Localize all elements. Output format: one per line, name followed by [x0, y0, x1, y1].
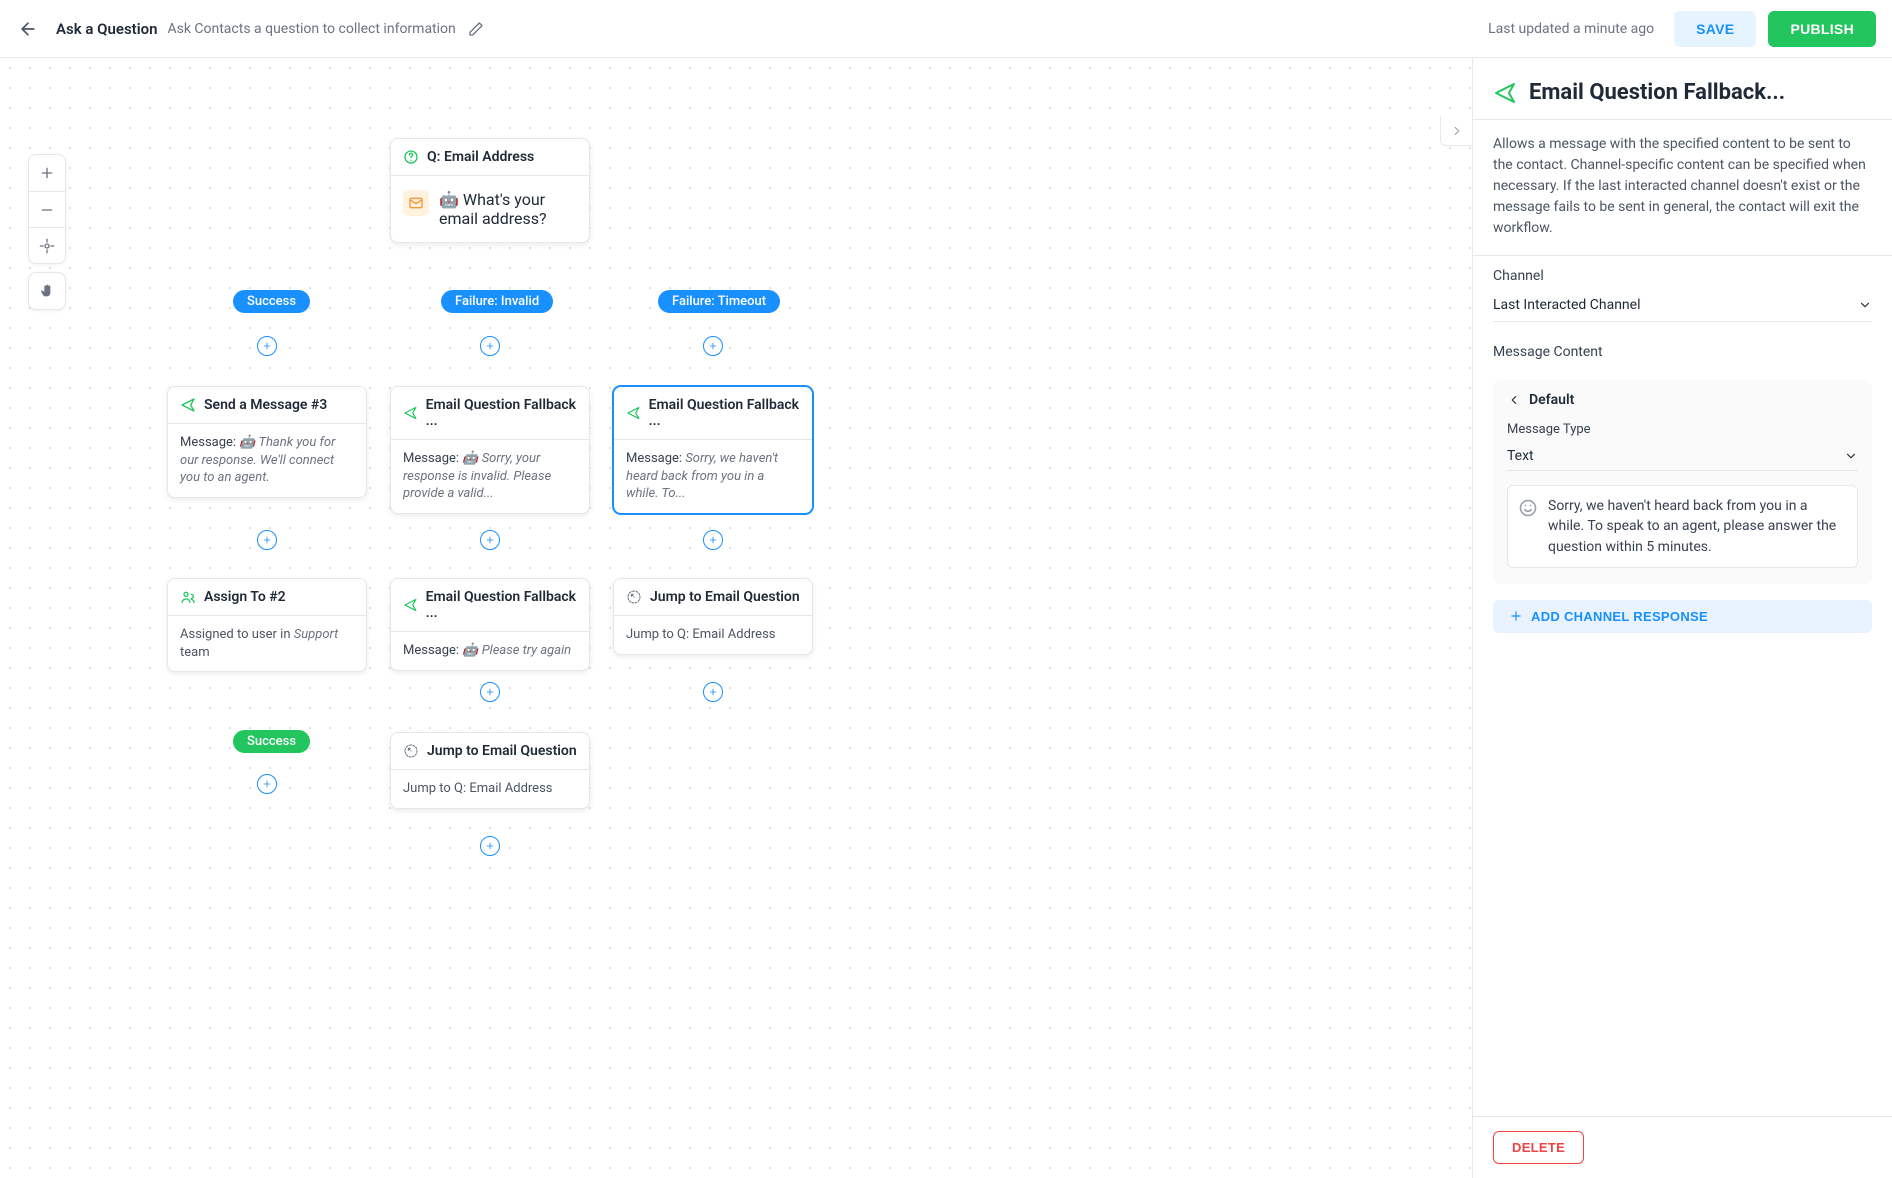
users-icon	[180, 589, 196, 605]
question-icon	[403, 149, 419, 165]
send-icon	[1493, 81, 1517, 105]
zoom-out-button[interactable]	[29, 191, 65, 227]
jump-icon	[403, 743, 419, 759]
hand-icon	[39, 283, 55, 299]
topbar: Ask a Question Ask Contacts a question t…	[0, 0, 1892, 58]
chevron-down-icon	[1507, 393, 1521, 407]
plus-icon	[1509, 609, 1523, 623]
message-prefix: Message:	[403, 451, 459, 466]
node-jump-email-question-1[interactable]: Jump to Email Question Jump to Q: Email …	[613, 578, 813, 655]
send-icon	[403, 597, 418, 613]
send-icon	[403, 405, 418, 421]
node-fallback-timeout[interactable]: Email Question Fallback ... Message: Sor…	[613, 386, 813, 514]
canvas[interactable]: Q: Email Address 🤖 What's your email add…	[0, 58, 1472, 1178]
emoji-picker-button[interactable]	[1518, 498, 1538, 518]
node-title: Email Question Fallback ...	[426, 589, 577, 621]
fit-view-button[interactable]	[29, 227, 65, 263]
node-jump-email-question-2[interactable]: Jump to Email Question Jump to Q: Email …	[390, 732, 590, 809]
add-channel-response-label: ADD CHANNEL RESPONSE	[1531, 609, 1708, 624]
add-step-button[interactable]	[703, 336, 723, 356]
panel-title: Email Question Fallback...	[1529, 80, 1785, 105]
arrow-left-icon	[18, 19, 38, 39]
message-type-label: Message Type	[1507, 422, 1858, 437]
mail-icon	[403, 190, 429, 216]
add-step-button[interactable]	[480, 530, 500, 550]
node-title: Assign To #2	[204, 589, 286, 605]
delete-button[interactable]: DELETE	[1493, 1131, 1584, 1164]
channel-value: Last Interacted Channel	[1493, 297, 1641, 313]
edit-title-button[interactable]	[468, 21, 484, 37]
smile-icon	[1518, 498, 1538, 518]
chevron-right-icon	[1450, 124, 1464, 138]
add-step-button[interactable]	[257, 774, 277, 794]
node-assign-to-2[interactable]: Assign To #2 Assigned to user in Support…	[167, 578, 367, 672]
last-updated-label: Last updated a minute ago	[1488, 21, 1654, 37]
add-step-button[interactable]	[257, 336, 277, 356]
message-prefix: Message:	[180, 435, 236, 450]
pill-success[interactable]: Success	[233, 290, 310, 313]
target-icon	[39, 238, 55, 254]
add-channel-response-button[interactable]: ADD CHANNEL RESPONSE	[1493, 600, 1872, 633]
add-step-button[interactable]	[257, 530, 277, 550]
page-title: Ask a Question	[56, 20, 157, 38]
default-toggle[interactable]: Default	[1507, 392, 1858, 408]
message-prefix: Message:	[626, 451, 682, 466]
node-title: Email Question Fallback ...	[426, 397, 577, 429]
node-title: Jump to Email Question	[427, 743, 577, 759]
node-fallback-invalid[interactable]: Email Question Fallback ... Message: 🤖 S…	[390, 386, 590, 514]
message-prefix: Message:	[403, 643, 459, 658]
assign-suffix: team	[180, 645, 210, 660]
assign-team: Support	[294, 627, 339, 642]
node-title: Send a Message #3	[204, 397, 327, 413]
channel-select[interactable]: Last Interacted Channel	[1493, 288, 1872, 322]
node-title: Jump to Email Question	[650, 589, 800, 605]
add-step-button[interactable]	[480, 836, 500, 856]
pill-success-2[interactable]: Success	[233, 730, 310, 753]
node-body: Jump to Q: Email Address	[403, 781, 553, 796]
pencil-icon	[468, 21, 484, 37]
message-content-label: Message Content	[1493, 344, 1872, 360]
message-type-select[interactable]: Text	[1507, 441, 1858, 471]
default-section: Default Message Type Text Sorry, we have…	[1493, 380, 1872, 584]
send-icon	[180, 397, 196, 413]
add-step-button[interactable]	[703, 682, 723, 702]
send-icon	[626, 405, 641, 421]
node-body: Jump to Q: Email Address	[626, 627, 776, 642]
node-body: 🤖 What's your email address?	[439, 190, 577, 228]
details-panel: Email Question Fallback... Allows a mess…	[1472, 58, 1892, 1178]
add-step-button[interactable]	[480, 682, 500, 702]
message-body-text: Sorry, we haven't heard back from you in…	[1548, 496, 1847, 557]
panel-description: Allows a message with the specified cont…	[1473, 120, 1892, 256]
chevron-down-icon	[1858, 298, 1872, 312]
node-body: 🤖 Please try again	[462, 643, 571, 658]
node-email-question[interactable]: Q: Email Address 🤖 What's your email add…	[390, 138, 590, 243]
publish-button[interactable]: PUBLISH	[1768, 11, 1876, 47]
pan-tool-button[interactable]	[29, 273, 65, 309]
node-title: Email Question Fallback ...	[649, 397, 800, 429]
save-button[interactable]: SAVE	[1674, 11, 1756, 47]
canvas-tools	[28, 154, 66, 310]
pill-failure-invalid[interactable]: Failure: Invalid	[441, 290, 553, 313]
message-body-input[interactable]: Sorry, we haven't heard back from you in…	[1507, 485, 1858, 568]
node-title: Q: Email Address	[427, 149, 534, 165]
add-step-button[interactable]	[703, 530, 723, 550]
add-step-button[interactable]	[480, 336, 500, 356]
node-fallback-tryagain[interactable]: Email Question Fallback ... Message: 🤖 P…	[390, 578, 590, 671]
back-button[interactable]	[16, 17, 40, 41]
plus-icon	[39, 165, 55, 181]
assign-prefix: Assigned to user in	[180, 627, 294, 642]
node-send-message-3[interactable]: Send a Message #3 Message: 🤖 Thank you f…	[167, 386, 367, 498]
jump-icon	[626, 589, 642, 605]
zoom-in-button[interactable]	[29, 155, 65, 191]
channel-label: Channel	[1493, 268, 1872, 284]
minus-icon	[39, 202, 55, 218]
default-label: Default	[1529, 392, 1574, 408]
pill-failure-timeout[interactable]: Failure: Timeout	[658, 290, 780, 313]
chevron-down-icon	[1844, 449, 1858, 463]
collapse-panel-button[interactable]	[1440, 116, 1472, 146]
message-type-value: Text	[1507, 448, 1534, 464]
page-subtitle: Ask Contacts a question to collect infor…	[167, 21, 455, 37]
